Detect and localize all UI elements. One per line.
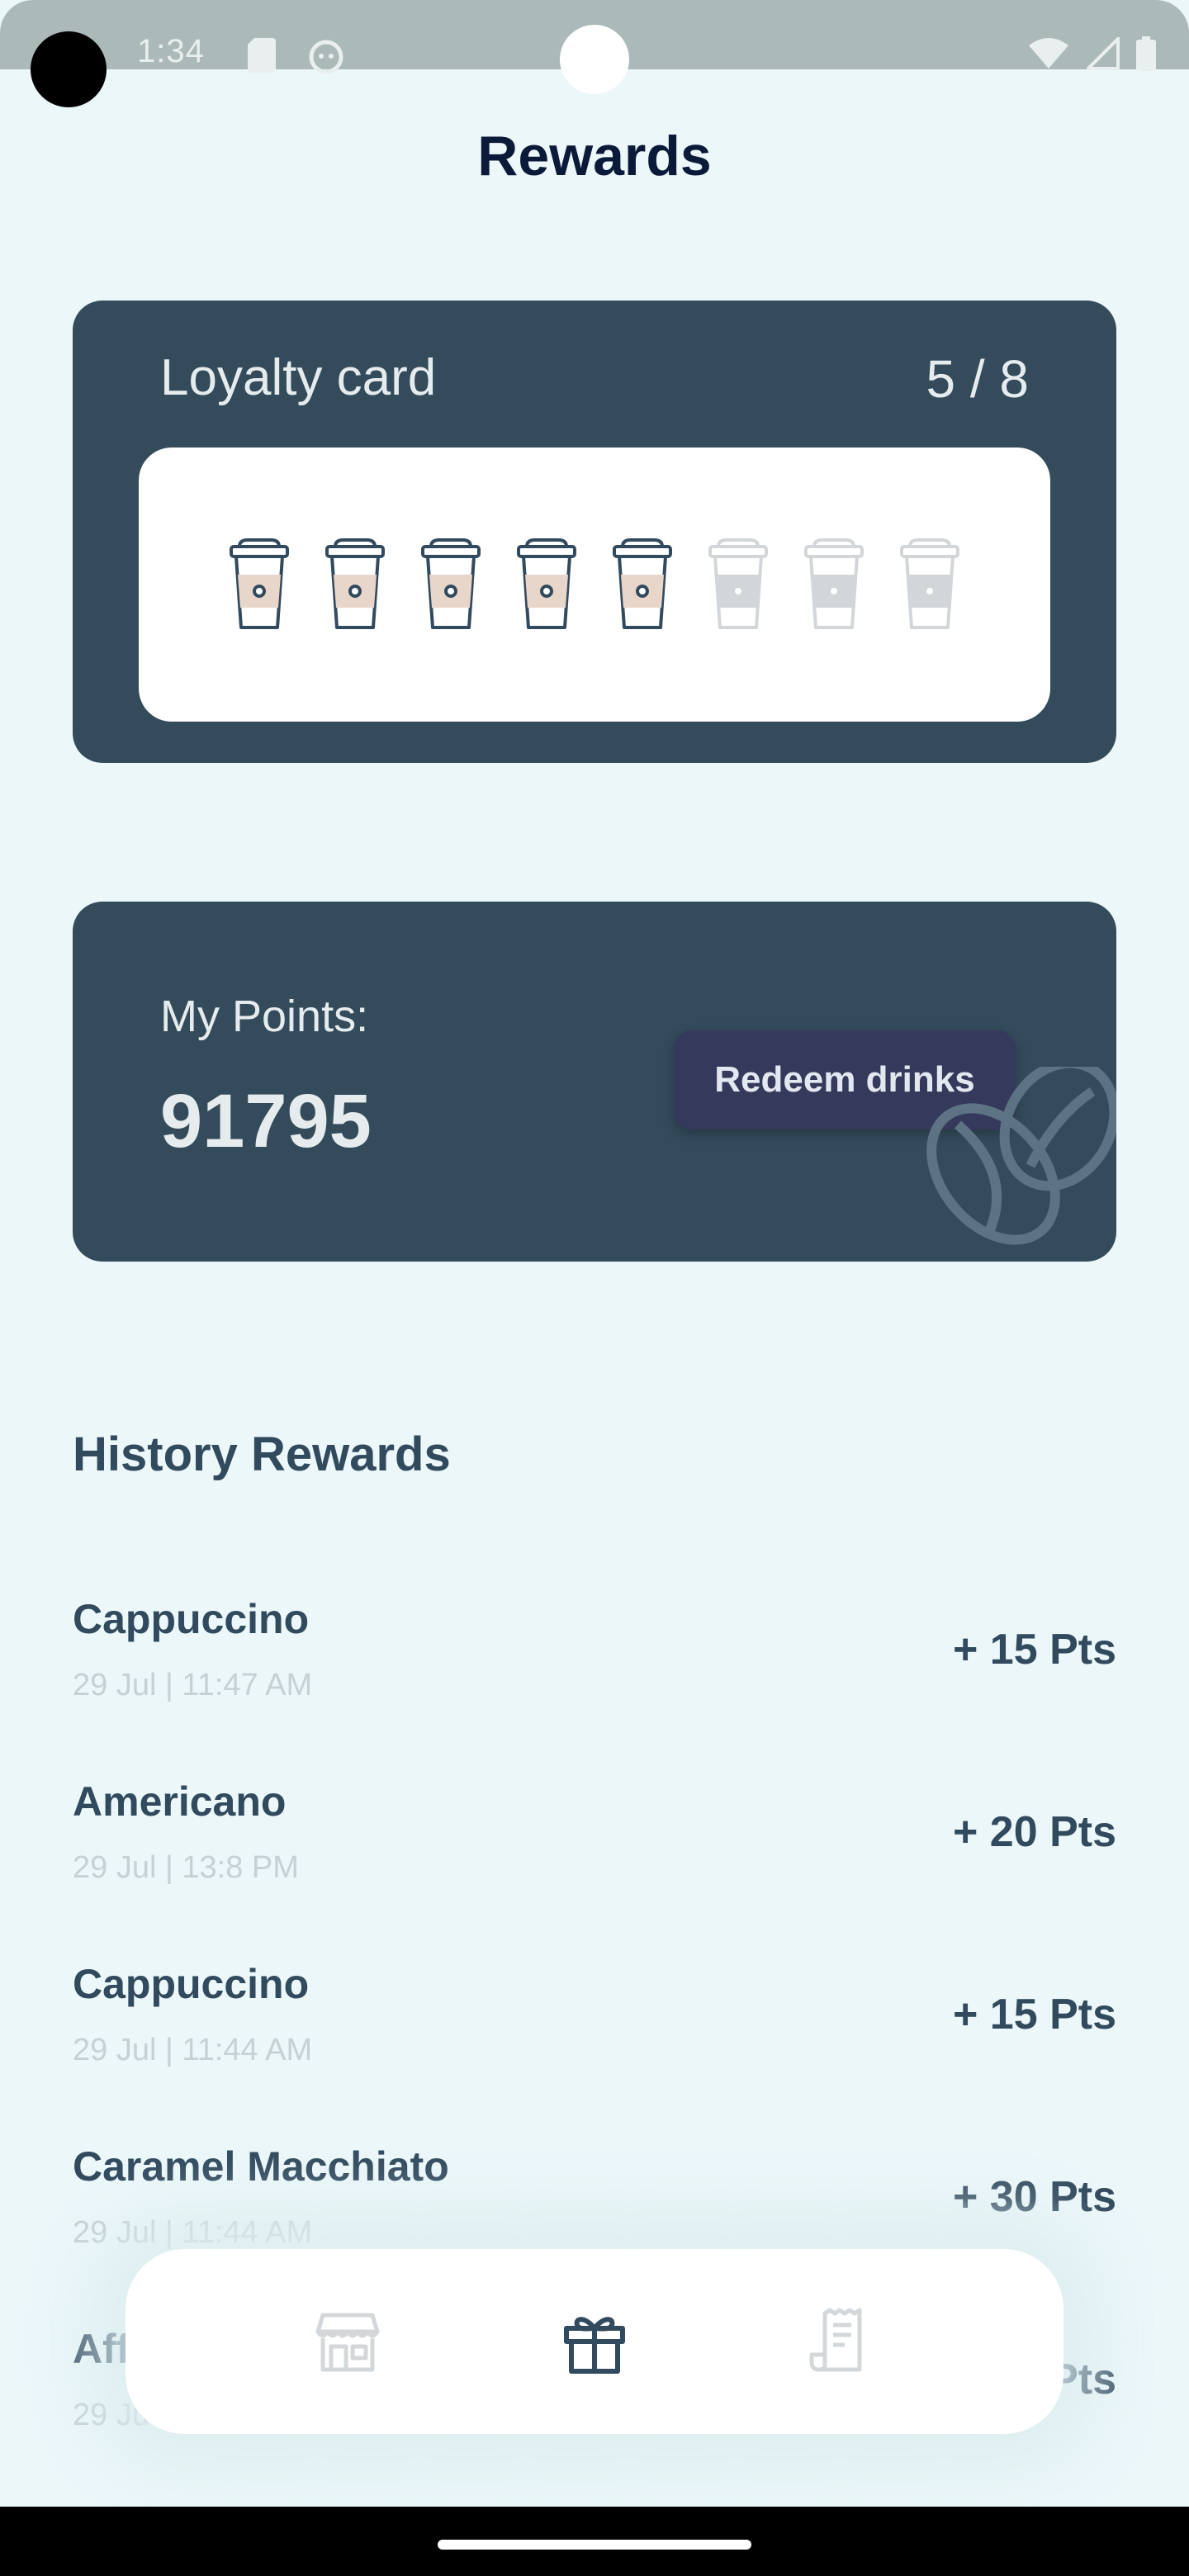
home-indicator[interactable] <box>438 2540 751 2550</box>
points-label: My Points: <box>160 992 369 1041</box>
stamp-filled-cup-icon <box>421 538 481 629</box>
signal-icon <box>1087 37 1120 70</box>
store-icon[interactable] <box>313 2307 382 2376</box>
history-item-points: + 30 Pts <box>952 2173 1116 2221</box>
points-card: My Points: 91795 Redeem drinks <box>73 902 1116 1262</box>
stamp-panel <box>139 447 1050 722</box>
stamp-filled-cup-icon <box>325 538 385 629</box>
wifi-icon <box>1029 38 1068 69</box>
stamp-filled-cup-icon <box>230 538 289 629</box>
gift-icon[interactable] <box>560 2307 629 2376</box>
history-item-name: Cappuccino <box>73 1961 310 2007</box>
bottom-navigation <box>126 2249 1063 2434</box>
points-value: 91795 <box>160 1079 372 1163</box>
receipt-icon[interactable] <box>807 2307 876 2376</box>
stamp-filled-cup-icon <box>517 538 576 629</box>
history-item-name: Americano <box>73 1778 287 1825</box>
history-item-name: Cappuccino <box>73 1596 310 1642</box>
stamp-empty-cup-icon <box>708 538 768 629</box>
loyalty-card: Loyalty card 5 / 8 <box>73 301 1116 763</box>
history-item-points: + 15 Pts <box>952 1626 1116 1674</box>
coffee-beans-icon <box>926 1067 1116 1245</box>
history-item-points: + 15 Pts <box>952 1991 1116 2039</box>
notification-face-icon <box>309 40 343 74</box>
history-item-date: 29 Jul | 11:44 AM <box>73 2215 313 2250</box>
status-icons <box>1027 36 1156 71</box>
history-item[interactable]: Cappuccino 29 Jul | 11:44 AM + 15 Pts <box>73 1950 1116 2133</box>
history-item-date: 29 Jul | 11:44 AM <box>73 2033 313 2067</box>
history-item-date: 29 Jul | 13:8 PM <box>73 1850 299 1885</box>
history-item[interactable]: Cappuccino 29 Jul | 11:47 AM + 15 Pts <box>73 1585 1116 1768</box>
stamp-filled-cup-icon <box>613 538 672 629</box>
status-time: 1:34 <box>137 33 205 69</box>
loyalty-stamp-count: 5 / 8 <box>926 349 1029 409</box>
stamp-empty-cup-icon <box>900 538 959 629</box>
loyalty-card-title: Loyalty card <box>160 349 437 406</box>
battery-icon <box>1136 36 1156 71</box>
sd-card-icon <box>248 38 276 73</box>
stamp-empty-cup-icon <box>804 538 864 629</box>
history-item-points: + 20 Pts <box>952 1808 1116 1856</box>
history-item-date: 29 Jul | 11:47 AM <box>73 1668 313 1702</box>
history-item[interactable]: Americano 29 Jul | 13:8 PM + 20 Pts <box>73 1768 1116 1950</box>
history-item-name: Aff <box>73 2326 130 2372</box>
front-camera <box>560 25 629 94</box>
page-title: Rewards <box>477 125 712 187</box>
history-item-name: Caramel Macchiato <box>73 2143 449 2190</box>
camera-cutout <box>31 31 107 107</box>
history-rewards-title: History Rewards <box>73 1428 451 1481</box>
